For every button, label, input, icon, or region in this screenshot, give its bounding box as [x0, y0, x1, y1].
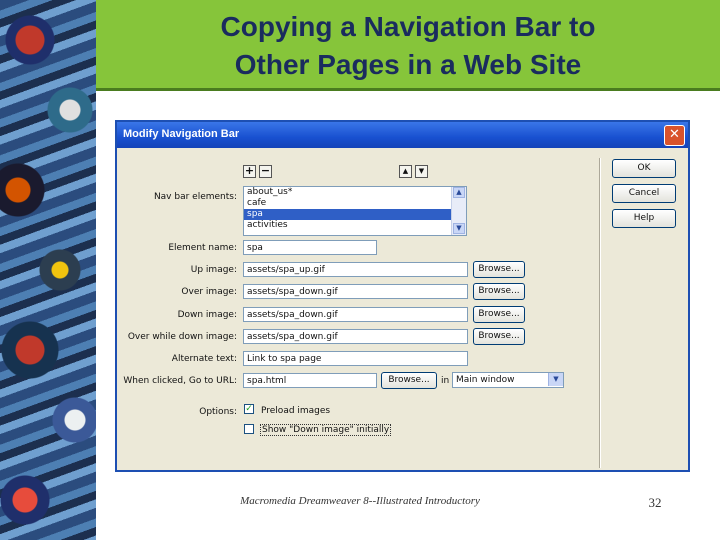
- scroll-down-icon[interactable]: ▼: [453, 223, 465, 234]
- show-down-image-label: Show "Down image" initially: [260, 424, 392, 436]
- remove-element-icon[interactable]: −: [259, 165, 272, 178]
- ok-button[interactable]: OK: [612, 159, 676, 178]
- list-item-selected[interactable]: spa: [244, 209, 466, 220]
- close-icon[interactable]: ✕: [664, 125, 685, 146]
- when-clicked-url-field[interactable]: spa.html: [243, 373, 377, 388]
- list-scrollbar[interactable]: ▲ ▼: [451, 187, 466, 235]
- down-image-label: Down image:: [177, 310, 237, 320]
- help-button[interactable]: Help: [612, 209, 676, 228]
- alternate-text-field[interactable]: Link to spa page: [243, 351, 468, 366]
- decorative-painting: [0, 0, 96, 540]
- up-image-field[interactable]: assets/spa_up.gif: [243, 262, 468, 277]
- scroll-up-icon[interactable]: ▲: [453, 187, 465, 198]
- modify-navigation-bar-dialog: Modify Navigation Bar ✕ + − ▲ ▼ Nav bar …: [115, 120, 690, 472]
- move-down-icon[interactable]: ▼: [415, 165, 428, 178]
- add-element-icon[interactable]: +: [243, 165, 256, 178]
- dialog-titlebar: Modify Navigation Bar ✕: [117, 122, 688, 148]
- up-image-label: Up image:: [190, 265, 237, 275]
- browse-down-image-button[interactable]: Browse...: [473, 306, 525, 323]
- browse-url-button[interactable]: Browse...: [381, 372, 437, 389]
- target-window-value: Main window: [456, 375, 515, 385]
- over-while-down-label: Over while down image:: [127, 332, 237, 342]
- in-label: in: [441, 376, 450, 386]
- list-item[interactable]: activities: [244, 220, 466, 231]
- over-image-label: Over image:: [181, 287, 237, 297]
- when-clicked-label: When clicked, Go to URL:: [123, 376, 237, 386]
- down-image-field[interactable]: assets/spa_down.gif: [243, 307, 468, 322]
- page-number: 32: [648, 495, 662, 510]
- slide-title-line2: Other Pages in a Web Site: [234, 49, 582, 80]
- browse-over-image-button[interactable]: Browse...: [473, 283, 525, 300]
- chevron-down-icon[interactable]: ▼: [548, 373, 563, 386]
- list-item[interactable]: about_us*: [244, 187, 466, 198]
- slide-title: Copying a Navigation Bar to Other Pages …: [96, 8, 720, 84]
- browse-over-while-down-button[interactable]: Browse...: [473, 328, 525, 345]
- element-name-label: Element name:: [168, 243, 237, 253]
- show-down-image-checkbox[interactable]: [244, 424, 254, 434]
- preload-images-label: Preload images: [261, 406, 331, 416]
- over-image-field[interactable]: assets/spa_down.gif: [243, 284, 468, 299]
- target-window-select[interactable]: Main window ▼: [452, 372, 564, 388]
- over-while-down-field[interactable]: assets/spa_down.gif: [243, 329, 468, 344]
- dialog-title: Modify Navigation Bar: [123, 128, 240, 140]
- list-item[interactable]: cafe: [244, 198, 466, 209]
- options-label: Options:: [199, 407, 237, 417]
- alternate-text-label: Alternate text:: [171, 354, 237, 364]
- nav-elements-label: Nav bar elements:: [153, 192, 237, 202]
- browse-up-image-button[interactable]: Browse...: [473, 261, 525, 278]
- header-divider: [96, 88, 720, 91]
- element-name-field[interactable]: spa: [243, 240, 377, 255]
- move-up-icon[interactable]: ▲: [399, 165, 412, 178]
- slide-footer: Macromedia Dreamweaver 8--Illustrated In…: [240, 495, 480, 507]
- preload-images-checkbox[interactable]: ✓: [244, 404, 254, 414]
- nav-elements-list[interactable]: about_us* cafe spa activities ▲ ▼: [243, 186, 467, 236]
- button-separator: [599, 158, 601, 468]
- cancel-button[interactable]: Cancel: [612, 184, 676, 203]
- dialog-body: + − ▲ ▼ Nav bar elements: about_us* cafe…: [117, 148, 688, 470]
- slide-title-line1: Copying a Navigation Bar to: [220, 11, 596, 42]
